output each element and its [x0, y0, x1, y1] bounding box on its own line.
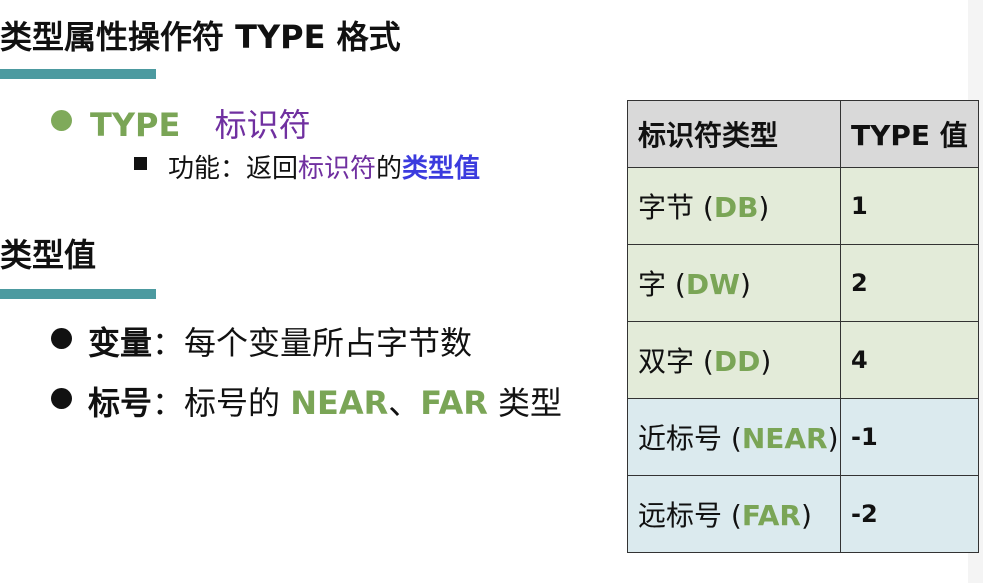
row-type-cell: 字节 (DB) — [627, 167, 841, 245]
row-type-code: DB — [713, 191, 759, 224]
table-row: 远标号 (FAR) -2 — [627, 475, 979, 553]
function-prefix: 功能：返回 — [168, 154, 299, 184]
variable-text: 每个变量所占字节数 — [184, 324, 473, 362]
row-value-cell: -1 — [840, 398, 979, 476]
row-type-name: 远标号 ( — [638, 499, 742, 532]
function-description: 功能：返回标识符的类型值 — [168, 148, 480, 185]
row-type-name: 字节 ( — [638, 191, 714, 224]
table-row: 双字 (DD) 4 — [627, 321, 979, 399]
table-row: 字节 (DB) 1 — [627, 167, 979, 245]
row-type-code: FAR — [741, 499, 801, 532]
row-type-cell: 远标号 (FAR) — [627, 475, 841, 553]
row-value-cell: 1 — [840, 167, 979, 245]
bullet-dot — [51, 328, 72, 349]
bullet-dot-green — [51, 110, 72, 131]
row-type-close: ) — [758, 191, 770, 224]
row-type-code: NEAR — [741, 422, 828, 455]
label-label: 标号 — [88, 384, 153, 422]
row-value-cell: 2 — [840, 244, 979, 322]
variable-sep: ： — [152, 324, 185, 362]
row-type-close: ) — [760, 345, 772, 378]
far-keyword: FAR — [420, 384, 488, 422]
function-result: 类型值 — [402, 154, 481, 184]
near-keyword: NEAR — [290, 384, 389, 422]
row-value-cell: 4 — [840, 321, 979, 399]
title-underline-bar — [0, 69, 156, 79]
header-identifier-type: 标识符类型 — [627, 100, 841, 168]
operand-label: 标识符 — [214, 106, 311, 144]
label-bullet: 标号：标号的 NEAR、FAR 类型 — [88, 378, 562, 424]
table-row: 近标号 (NEAR) -1 — [627, 398, 979, 476]
row-type-close: ) — [800, 499, 812, 532]
row-type-cell: 近标号 (NEAR) — [627, 398, 841, 476]
row-type-close: ) — [739, 268, 751, 301]
section-underline-bar — [0, 289, 156, 299]
label-text-a: 标号的 — [184, 384, 291, 422]
row-type-name: 双字 ( — [638, 345, 714, 378]
row-type-name: 字 ( — [638, 268, 686, 301]
label-dun: 、 — [388, 384, 421, 422]
table-header-row: 标识符类型 TYPE 值 — [627, 100, 979, 168]
type-operator-line: TYPE 标识符 — [90, 100, 311, 146]
page-title: 类型属性操作符 TYPE 格式 — [0, 18, 401, 56]
table-row: 字 (DW) 2 — [627, 244, 979, 322]
row-type-code: DD — [713, 345, 761, 378]
variable-bullet: 变量：每个变量所占字节数 — [88, 318, 472, 364]
row-type-close: ) — [827, 422, 839, 455]
variable-label: 变量 — [88, 324, 153, 362]
label-sep: ： — [152, 384, 185, 422]
function-mid: 的 — [376, 154, 403, 184]
row-value-cell: -2 — [840, 475, 979, 553]
type-keyword: TYPE — [90, 106, 181, 144]
label-text-b: 类型 — [487, 384, 563, 422]
type-value-table: 标识符类型 TYPE 值 字节 (DB) 1 字 (DW) 2 双字 (DD) … — [627, 100, 979, 553]
function-term: 标识符 — [298, 154, 377, 184]
row-type-cell: 双字 (DD) — [627, 321, 841, 399]
bullet-dot — [51, 388, 72, 409]
bullet-square — [134, 157, 147, 170]
row-type-name: 近标号 ( — [638, 422, 742, 455]
row-type-cell: 字 (DW) — [627, 244, 841, 322]
row-type-code: DW — [685, 268, 740, 301]
section-title-type-value: 类型值 — [0, 236, 97, 274]
header-type-value: TYPE 值 — [840, 100, 979, 168]
